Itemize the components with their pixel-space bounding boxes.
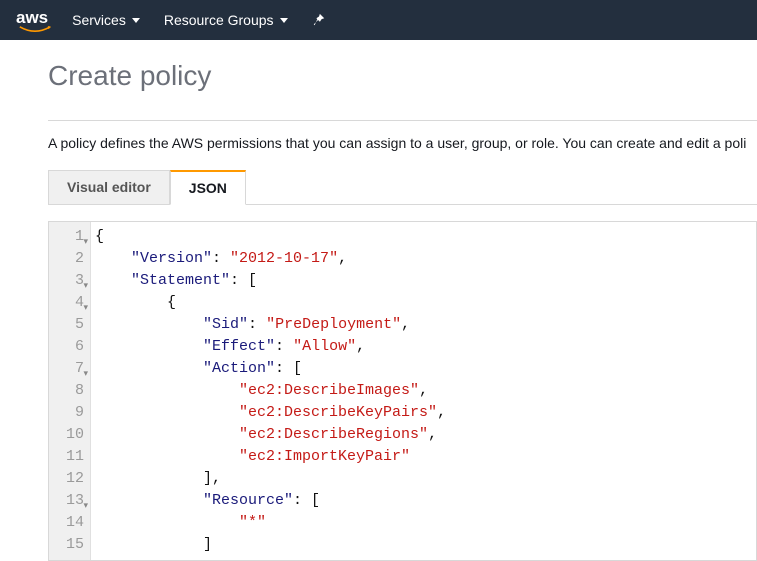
fold-toggle-icon[interactable]: ▾: [83, 495, 88, 517]
code-line[interactable]: "ec2:DescribeRegions",: [95, 424, 446, 446]
aws-logo-text: aws: [16, 8, 48, 27]
gutter-line: 10: [59, 424, 84, 446]
gutter-line: 5: [59, 314, 84, 336]
fold-toggle-icon[interactable]: ▾: [83, 275, 88, 297]
gutter-line: 4▾: [59, 292, 84, 314]
editor-gutter: 1▾23▾4▾567▾8910111213▾1415: [49, 222, 91, 560]
tab-json[interactable]: JSON: [170, 170, 246, 205]
pin-button[interactable]: [312, 13, 326, 27]
aws-logo[interactable]: aws: [16, 8, 48, 32]
gutter-line: 2: [59, 248, 84, 270]
gutter-line: 12: [59, 468, 84, 490]
code-line[interactable]: "Resource": [: [95, 490, 446, 512]
gutter-line: 1▾: [59, 226, 84, 248]
editor-tabs: Visual editor JSON: [48, 169, 757, 205]
code-line[interactable]: {: [95, 292, 446, 314]
fold-toggle-icon[interactable]: ▾: [83, 363, 88, 385]
code-line[interactable]: {: [95, 226, 446, 248]
gutter-line: 11: [59, 446, 84, 468]
code-line[interactable]: "Statement": [: [95, 270, 446, 292]
code-line[interactable]: "ec2:DescribeImages",: [95, 380, 446, 402]
gutter-line: 14: [59, 512, 84, 534]
divider: [48, 120, 757, 121]
page-title: Create policy: [48, 60, 757, 92]
code-line[interactable]: "Sid": "PreDeployment",: [95, 314, 446, 336]
code-line[interactable]: "ec2:DescribeKeyPairs",: [95, 402, 446, 424]
pin-icon: [312, 13, 326, 27]
gutter-line: 7▾: [59, 358, 84, 380]
gutter-line: 9: [59, 402, 84, 424]
code-line[interactable]: "Effect": "Allow",: [95, 336, 446, 358]
gutter-line: 8: [59, 380, 84, 402]
policy-description: A policy defines the AWS permissions tha…: [48, 135, 757, 151]
gutter-line: 13▾: [59, 490, 84, 512]
nav-resource-groups-label: Resource Groups: [164, 12, 274, 28]
chevron-down-icon: [132, 18, 140, 23]
content-area: Create policy A policy defines the AWS p…: [0, 40, 757, 561]
gutter-line: 15: [59, 534, 84, 556]
top-nav: aws Services Resource Groups: [0, 0, 757, 40]
aws-smile-icon: [16, 26, 54, 34]
editor-code[interactable]: { "Version": "2012-10-17", "Statement": …: [91, 222, 446, 560]
chevron-down-icon: [280, 18, 288, 23]
code-line[interactable]: ],: [95, 468, 446, 490]
code-line[interactable]: ]: [95, 534, 446, 556]
nav-resource-groups[interactable]: Resource Groups: [164, 12, 288, 28]
fold-toggle-icon[interactable]: ▾: [83, 231, 88, 253]
gutter-line: 3▾: [59, 270, 84, 292]
code-line[interactable]: "Action": [: [95, 358, 446, 380]
nav-services-label: Services: [72, 12, 126, 28]
code-line[interactable]: "Version": "2012-10-17",: [95, 248, 446, 270]
nav-services[interactable]: Services: [72, 12, 140, 28]
tab-visual-editor[interactable]: Visual editor: [48, 170, 170, 205]
code-line[interactable]: "*": [95, 512, 446, 534]
gutter-line: 6: [59, 336, 84, 358]
fold-toggle-icon[interactable]: ▾: [83, 297, 88, 319]
json-editor[interactable]: 1▾23▾4▾567▾8910111213▾1415 { "Version": …: [48, 221, 757, 561]
code-line[interactable]: "ec2:ImportKeyPair": [95, 446, 446, 468]
